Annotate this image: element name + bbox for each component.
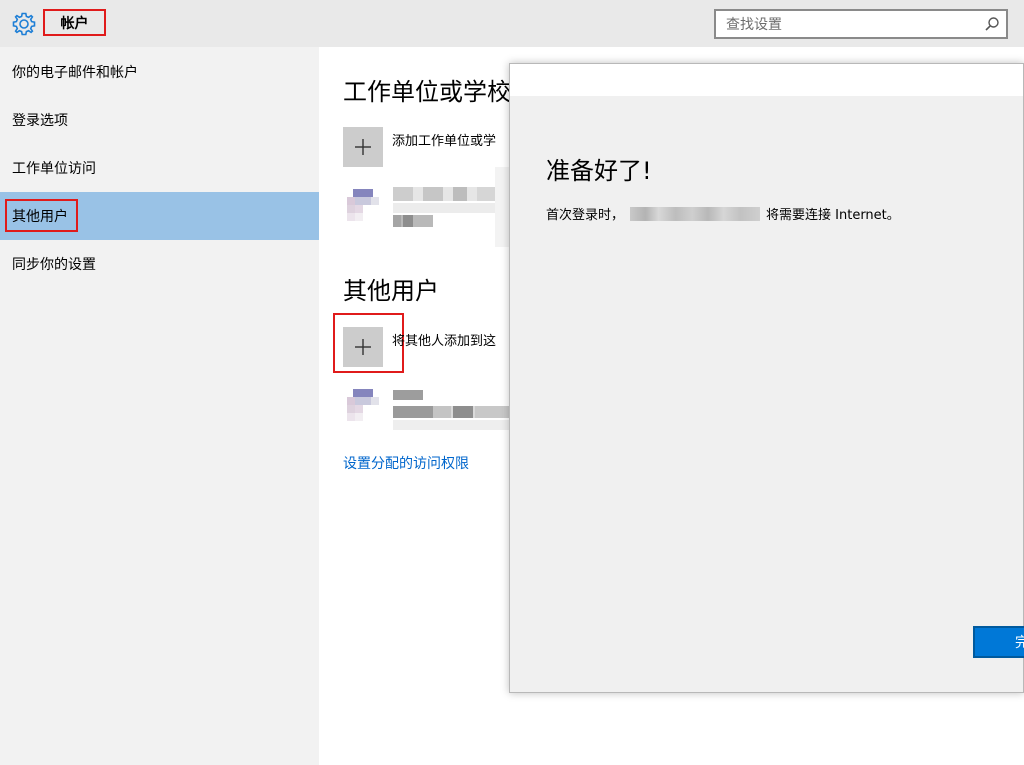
sidebar-item-email-accounts[interactable]: 你的电子邮件和帐户 [0, 48, 319, 96]
work-school-heading: 工作单位或学校 [343, 78, 511, 106]
dialog-message-prefix: 首次登录时， [546, 208, 625, 223]
search-placeholder: 查找设置 [726, 17, 782, 33]
sidebar: 你的电子邮件和帐户 登录选项 工作单位访问 其他用户 同步你的设置 [0, 47, 319, 765]
page-title: 帐户 [43, 9, 106, 36]
add-work-account-label[interactable]: 添加工作单位或学 [392, 130, 496, 149]
add-work-account-button[interactable] [343, 127, 383, 167]
finish-button-label: 完 [1015, 632, 1024, 652]
finish-button[interactable]: 完 [973, 626, 1024, 658]
sidebar-item-work-access[interactable]: 工作单位访问 [0, 144, 319, 192]
assigned-access-link[interactable]: 设置分配的访问权限 [343, 453, 469, 473]
sidebar-item-other-users[interactable]: 其他用户 [0, 192, 319, 240]
plus-icon [355, 139, 371, 155]
sidebar-item-sync-settings[interactable]: 同步你的设置 [0, 240, 319, 288]
top-bar: 帐户 查找设置 [0, 0, 1024, 47]
blurred-user-name [630, 206, 761, 221]
sidebar-item-label: 工作单位访问 [12, 161, 96, 177]
sidebar-item-label: 你的电子邮件和帐户 [12, 65, 138, 81]
sidebar-item-sign-in-options[interactable]: 登录选项 [0, 96, 319, 144]
setup-dialog: 准备好了! 首次登录时， 将需要连接 Internet。 完 [509, 63, 1024, 693]
dialog-message: 首次登录时， 将需要连接 Internet。 [546, 204, 900, 223]
other-users-heading: 其他用户 [343, 277, 439, 305]
search-input[interactable]: 查找设置 [714, 9, 1008, 39]
blur-fragment [495, 167, 509, 247]
blurred-account-name [393, 187, 511, 229]
avatar [343, 387, 383, 427]
gear-icon [11, 11, 37, 37]
avatar [343, 187, 383, 227]
dialog-message-suffix: 将需要连接 Internet。 [766, 208, 900, 223]
dialog-title: 准备好了! [546, 157, 652, 185]
search-icon[interactable] [984, 16, 1000, 32]
dialog-titlebar [510, 64, 1023, 96]
highlight-box [5, 199, 78, 232]
sidebar-item-label: 登录选项 [12, 113, 68, 129]
sidebar-item-label: 同步你的设置 [12, 257, 96, 273]
add-other-user-label[interactable]: 将其他人添加到这 [392, 330, 496, 349]
blurred-account-name [393, 390, 511, 432]
